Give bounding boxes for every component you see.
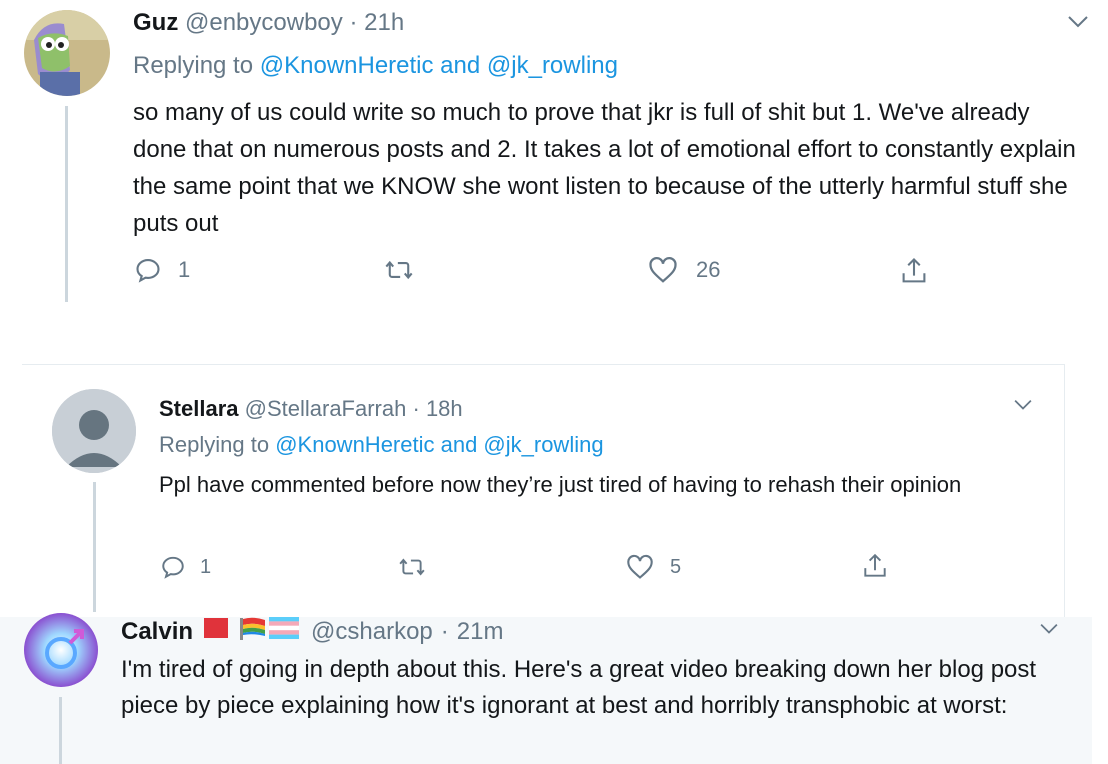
retweet-button[interactable] — [398, 554, 426, 580]
retweet-button[interactable] — [384, 256, 414, 284]
share-icon — [900, 256, 928, 286]
thread-line — [65, 106, 68, 302]
like-button[interactable]: 5 — [626, 554, 681, 580]
avatar[interactable] — [24, 10, 110, 96]
like-count: 5 — [670, 555, 682, 578]
avatar[interactable] — [24, 613, 98, 687]
handle[interactable]: @enbycowboy — [185, 9, 343, 36]
transgender-flag-icon — [269, 617, 300, 646]
like-count: 26 — [696, 257, 721, 282]
avatar[interactable] — [52, 389, 136, 473]
retweet-icon — [384, 256, 414, 284]
share-icon — [862, 552, 888, 580]
retweet-icon — [398, 554, 426, 580]
tweet-header: Stellara @StellaraFarrah · 18h — [159, 396, 463, 422]
thread-line — [59, 697, 62, 764]
tweet-text: Ppl have commented before now they’re ju… — [159, 472, 962, 497]
handle[interactable]: @csharkop — [311, 618, 433, 646]
reply-icon — [160, 554, 186, 580]
handle[interactable]: @StellaraFarrah — [245, 396, 407, 421]
display-name[interactable]: Stellara — [159, 396, 239, 421]
chevron-down-icon[interactable] — [1012, 398, 1034, 412]
replying-prefix: Replying to — [159, 432, 270, 457]
replying-to: Replying to @KnownHeretic and @jk_rowlin… — [159, 432, 604, 458]
tweet-header: Guz @enbycowboy · 21h — [133, 9, 404, 37]
reply-count: 1 — [178, 257, 191, 282]
chevron-down-icon[interactable] — [1066, 14, 1090, 30]
like-icon — [626, 554, 654, 580]
share-button[interactable] — [900, 256, 928, 286]
replying-mentions[interactable]: @KnownHeretic and @jk_rowling — [260, 52, 618, 79]
rainbow-flag-icon — [239, 616, 267, 647]
timestamp[interactable]: 21h — [364, 9, 404, 36]
tweet-header: Calvin @csharkop · 21m — [121, 616, 503, 647]
reply-icon — [134, 256, 162, 284]
tweet-text: so many of us could write so much to pro… — [133, 99, 1076, 237]
replying-mentions[interactable]: @KnownHeretic and @jk_rowling — [275, 432, 603, 457]
dot-separator: · — [412, 396, 420, 421]
reply-count: 1 — [200, 555, 212, 578]
thread-line — [93, 482, 96, 612]
share-button[interactable] — [862, 552, 888, 580]
like-icon — [648, 256, 678, 284]
display-name[interactable]: Guz — [133, 9, 178, 36]
like-button[interactable]: 26 — [648, 256, 720, 284]
display-name[interactable]: Calvin — [121, 618, 193, 646]
tweet-text: I'm tired of going in depth about this. … — [121, 656, 1037, 719]
dot-separator: · — [349, 9, 358, 36]
timestamp[interactable]: 21m — [457, 618, 504, 646]
replying-prefix: Replying to — [133, 52, 254, 79]
reply-button[interactable]: 1 — [134, 256, 190, 284]
red-square-emoji-icon — [203, 616, 229, 647]
chevron-down-icon[interactable] — [1038, 622, 1060, 636]
replying-to: Replying to @KnownHeretic and @jk_rowlin… — [133, 52, 618, 80]
timestamp[interactable]: 18h — [426, 396, 463, 421]
reply-button[interactable]: 1 — [160, 554, 211, 580]
dot-separator: · — [440, 617, 449, 645]
